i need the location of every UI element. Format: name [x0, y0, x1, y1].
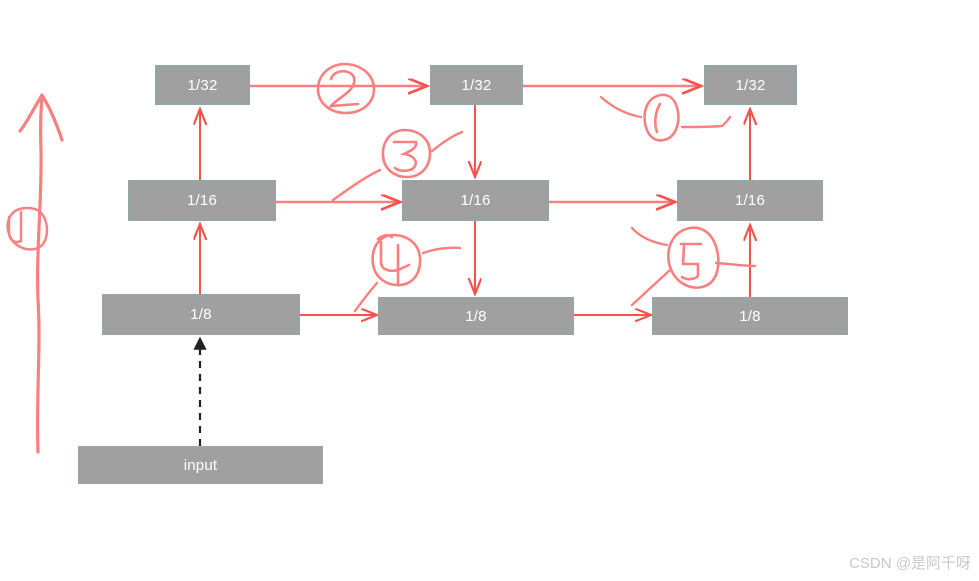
node-box-1-16-stage2[interactable]: 1/16 [402, 180, 549, 221]
node-box-1-32-stage2[interactable]: 1/32 [430, 65, 523, 105]
annotation-5-leader [630, 226, 757, 307]
node-box-1-32-stage3[interactable]: 1/32 [704, 65, 797, 105]
annotation-1-handwritten [18, 93, 64, 454]
csdn-watermark: CSDN @是阿千呀 [849, 555, 971, 572]
diagram-canvas: 1/32 1/32 1/32 1/16 1/16 1/16 1/8 1/8 1/… [0, 0, 979, 581]
annotation-2-circle [316, 62, 376, 115]
node-box-1-16-stage3[interactable]: 1/16 [677, 180, 823, 221]
node-box-1-8-stage2[interactable]: 1/8 [378, 297, 574, 335]
node-box-1-32-stage1[interactable]: 1/32 [155, 65, 250, 105]
node-box-1-16-stage1[interactable]: 1/16 [128, 180, 276, 221]
node-box-1-8-stage1[interactable]: 1/8 [102, 294, 300, 335]
annotation-1-circle [6, 206, 49, 251]
annotation-6-circle [643, 93, 680, 142]
annotation-4-circle [371, 233, 422, 287]
node-box-input[interactable]: input [78, 446, 323, 484]
node-box-1-8-stage3[interactable]: 1/8 [652, 297, 848, 335]
annotation-3-circle [381, 128, 432, 179]
annotation-5-circle [667, 226, 720, 289]
